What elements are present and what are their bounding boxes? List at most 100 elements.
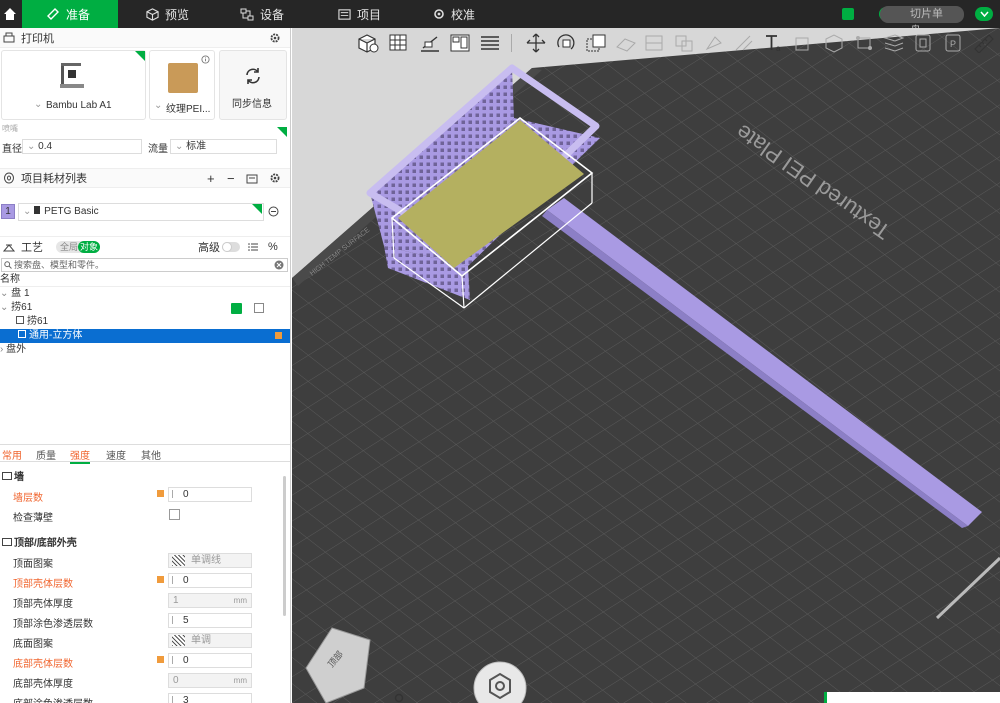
detect-thin-wall-checkbox[interactable] (169, 509, 180, 520)
flow-select[interactable]: ⌄ 标准 (170, 139, 277, 154)
corner-badge (277, 127, 287, 137)
filament-settings-icon[interactable] (246, 173, 258, 184)
bottom-pattern-select[interactable]: 单调 (168, 633, 252, 648)
variable-layer-icon[interactable] (882, 32, 906, 54)
tab-prepare[interactable]: 准备 (22, 0, 118, 28)
slice-plate-button[interactable]: 切片单盘 (880, 6, 964, 37)
arrange-icon[interactable] (448, 32, 472, 54)
boolean-icon[interactable] (672, 32, 696, 54)
tree-row-outside[interactable]: › 盘外 (0, 343, 290, 357)
tab-device[interactable]: 设备 (240, 0, 284, 28)
printer-name: Bambu Lab A1 (46, 100, 112, 111)
lock-icon[interactable] (275, 332, 282, 339)
text-tool-icon[interactable]: a (762, 32, 786, 54)
filament-select[interactable]: ⌄ PETG Basic (18, 203, 264, 221)
bottom-layers-input[interactable]: 0 (168, 653, 252, 668)
sync-info-button[interactable]: 同步信息 (219, 50, 287, 120)
tab-preview[interactable]: 预览 (146, 0, 189, 28)
scrollbar[interactable] (283, 476, 286, 616)
tab-strength[interactable]: 强度 (70, 447, 90, 464)
bottom-thickness-input[interactable]: 0 mm (168, 673, 252, 688)
tab-common[interactable]: 常用 (2, 447, 22, 462)
seam-paint-icon[interactable] (732, 32, 756, 54)
tree-row-plate[interactable]: ⌄ 盘 1 (0, 287, 290, 301)
support-paint-icon[interactable] (702, 32, 726, 54)
home-button[interactable] (0, 0, 20, 28)
flow-label: 流量 (148, 144, 168, 155)
printer-card[interactable]: ⌄ Bambu Lab A1 (1, 50, 146, 120)
top-layers-label: 顶部壳体层数 (13, 579, 73, 590)
brim-ears-icon[interactable] (852, 32, 876, 54)
section-title: 打印机 (21, 32, 54, 45)
filament-slot[interactable]: 1 (1, 204, 15, 219)
remove-filament-button[interactable]: − (227, 171, 235, 186)
tab-calibration[interactable]: 校准 (433, 0, 475, 28)
top-paint-input[interactable]: 5 (168, 613, 252, 628)
detect-thin-wall-label: 检查薄壁 (13, 513, 53, 524)
rotate-icon[interactable] (554, 32, 578, 54)
wall-loops-input[interactable]: 0 (168, 487, 252, 502)
paint-icon[interactable]: P (942, 32, 966, 54)
tab-speed[interactable]: 速度 (106, 447, 126, 462)
home-icon (4, 8, 16, 20)
pattern-icon (172, 635, 185, 646)
top-thickness-input[interactable]: 1 mm (168, 593, 252, 608)
scale-icon[interactable] (584, 32, 608, 54)
tree-row-part[interactable]: 捞61 (0, 315, 290, 329)
percent-icon[interactable]: % (268, 241, 278, 253)
calendar-icon[interactable] (842, 8, 854, 20)
lock-icon[interactable] (157, 490, 164, 497)
auto-orient-icon[interactable] (418, 32, 442, 54)
shell-icon[interactable] (912, 32, 936, 54)
sync-icon (246, 68, 260, 84)
build-plate[interactable] (292, 28, 1000, 703)
tab-label: 准备 (66, 7, 91, 22)
search-input[interactable]: 搜索盘、模型和零件。 (1, 258, 288, 272)
diameter-label: 直径 (2, 144, 22, 155)
move-icon[interactable] (524, 32, 548, 54)
remove-circle-icon[interactable] (268, 206, 279, 217)
notification-toast[interactable] (824, 692, 1000, 703)
object-settings-icon[interactable] (254, 303, 264, 313)
svg-text:a: a (776, 44, 781, 53)
lock-icon[interactable] (157, 576, 164, 583)
assembly-icon[interactable] (822, 32, 846, 54)
gear-icon[interactable] (269, 172, 281, 184)
top-toolbar: 准备 预览 设备 项目 校准 切片单盘 (0, 0, 1000, 37)
info-icon[interactable] (201, 55, 210, 64)
corner-badge (135, 51, 145, 61)
left-sidebar: 打印机 ⌄ Bambu Lab A1 ⌄ 纹理PEI... 同步信息 喷嘴 直径… (0, 28, 291, 703)
ruler-icon[interactable] (972, 32, 996, 54)
layers-icon[interactable] (478, 32, 502, 54)
clear-icon[interactable] (274, 260, 284, 270)
global-object-toggle[interactable]: 全局 对象 (56, 241, 100, 253)
process-icon (3, 243, 15, 251)
list-icon[interactable] (248, 242, 259, 252)
advanced-switch[interactable] (222, 242, 240, 252)
tree-row-object[interactable]: ⌄ 捞61 (0, 301, 290, 315)
tab-quality[interactable]: 质量 (36, 447, 56, 462)
add-plate-icon[interactable] (388, 32, 412, 54)
diameter-select[interactable]: ⌄ 0.4 (22, 139, 142, 154)
top-pattern-select[interactable]: 单调线 (168, 553, 252, 568)
plate-card[interactable]: ⌄ 纹理PEI... (149, 50, 215, 120)
advanced-label: 高级 (198, 241, 220, 254)
camera-icon[interactable] (392, 692, 406, 703)
print-dropdown-button[interactable] (975, 7, 993, 21)
bottom-thickness-label: 底部壳体厚度 (13, 679, 73, 690)
svg-text:P: P (950, 39, 956, 49)
add-filament-button[interactable]: + (207, 171, 215, 186)
add-object-icon[interactable] (356, 32, 380, 54)
checkbox-checked-icon[interactable] (231, 303, 242, 314)
lay-on-face-icon[interactable] (614, 32, 638, 54)
gear-icon[interactable] (269, 32, 281, 44)
cut-icon[interactable] (642, 32, 666, 54)
measure-icon[interactable] (792, 32, 816, 54)
lock-icon[interactable] (157, 656, 164, 663)
top-layers-input[interactable]: 0 (168, 573, 252, 588)
tab-other[interactable]: 其他 (141, 447, 161, 462)
3d-viewport[interactable]: Textured PEI Plate HIGH TEMP SURFACE 顶部 (292, 28, 1000, 703)
tab-project[interactable]: 项目 (338, 0, 381, 28)
bottom-paint-input[interactable]: 3 (168, 693, 252, 703)
tree-row-modifier-selected[interactable]: 通用-立方体 (0, 329, 290, 343)
